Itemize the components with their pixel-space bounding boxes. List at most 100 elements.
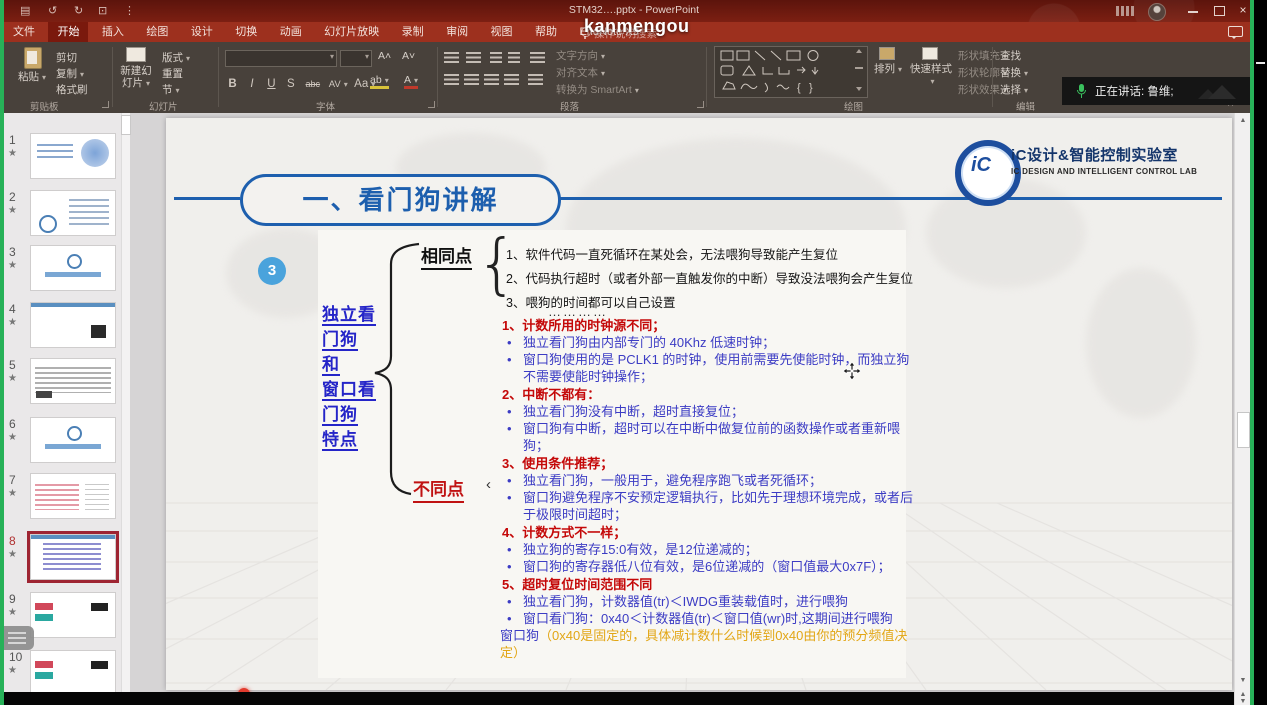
diff-header: 4、计数方式不一样； [502,525,626,540]
thumbnail-panel-scrollbar[interactable] [121,113,130,692]
slide-thumbnail[interactable] [30,473,116,519]
layout-button[interactable]: 版式 [162,50,190,65]
arrange-button[interactable]: 排列 [870,47,906,76]
decrease-indent-button[interactable] [490,52,502,63]
restore-button[interactable] [1214,6,1225,16]
font-name-box[interactable] [225,50,337,67]
align-text-button[interactable]: 对齐文本 [556,65,605,80]
tab-transitions[interactable]: 切换 [226,22,266,42]
redo-icon[interactable]: ↻ [74,4,83,17]
save-icon[interactable]: ▤ [20,4,30,17]
slide-thumbnail[interactable] [30,534,116,580]
diff-bullet: 独立看门狗由内部专门的 40Khz 低速时钟； [523,335,775,350]
shrink-font-icon[interactable]: A˅ [402,50,415,62]
diff-bullet: 独立看门狗没有中断，超时直接复位； [523,404,744,419]
tab-insert[interactable]: 插入 [93,22,133,42]
font-color-button[interactable]: A [404,74,418,89]
font-size-box[interactable] [340,50,372,67]
comments-icon[interactable] [1228,26,1243,37]
justify-button[interactable] [504,74,519,85]
text-direction-button[interactable]: 文字方向 [556,48,605,63]
quick-styles-button[interactable]: 快速样式 [908,47,954,88]
strikethrough-button[interactable]: abc [303,79,323,89]
tab-view[interactable]: 视图 [482,22,522,42]
logo-monogram: iC [971,154,991,177]
tab-file[interactable]: 文件 [4,22,44,42]
bold-button[interactable]: B [225,78,240,90]
slide-thumbnail[interactable] [30,133,116,179]
tab-record[interactable]: 录制 [393,22,433,42]
svg-text:{: { [797,82,801,94]
find-button[interactable]: 查找 [1000,48,1021,63]
tab-review[interactable]: 审阅 [437,22,477,42]
slide-thumbnail[interactable] [30,245,116,291]
slide-canvas[interactable]: iC iC设计&智能控制实验室 IC DESIGN AND INTELLIGEN… [166,118,1232,690]
align-left-button[interactable] [444,74,459,85]
convert-smartart-button[interactable]: 转换为 SmartArt [556,82,639,97]
align-right-button[interactable] [484,74,499,85]
slide-thumbnail[interactable] [30,417,116,463]
undo-icon[interactable]: ↺ [48,4,57,17]
replace-button[interactable]: 替换 [1000,65,1028,80]
tab-design[interactable]: 设计 [182,22,222,42]
drawing-group-label: 绘图 [844,99,863,113]
shadow-button[interactable]: S [283,78,298,90]
numbering-button[interactable] [466,52,481,63]
select-button[interactable]: 选择 [1000,82,1028,97]
highlight-color-button[interactable]: ab [370,74,389,89]
letterbox-right [1254,0,1267,705]
slide-thumbnail[interactable] [30,190,116,236]
columns-button[interactable] [528,74,543,85]
start-slideshow-icon[interactable]: ⊡ [98,4,107,17]
slides-group-label: 幻灯片 [149,99,178,113]
tab-slideshow[interactable]: 幻灯片放映 [315,22,388,42]
slide-title[interactable]: 一、看门狗讲解 [240,174,561,226]
diff-bullet: 独立看门狗，一般用于，避免程序跑飞或者死循环； [523,473,822,488]
diff-note-wrap: 定） [500,645,526,660]
tab-help[interactable]: 帮助 [526,22,566,42]
account-avatar[interactable] [1148,3,1166,21]
underline-button[interactable]: U [264,78,279,90]
italic-button[interactable]: I [244,78,259,90]
ribbon-display-options-icon[interactable] [1116,6,1134,16]
qat-more-icon[interactable]: ⋮ [124,4,135,17]
paste-button[interactable]: 粘贴 [12,47,52,84]
tab-home[interactable]: 开始 [48,22,88,42]
diff-header: 2、中断不都有： [502,387,600,402]
character-spacing-button[interactable]: AV [327,79,349,90]
screen-annotation-handle[interactable] [0,626,34,650]
slide-thumbnail[interactable] [30,592,116,638]
shape-gallery[interactable]: { } [714,46,868,98]
previous-slide-icon[interactable]: ▲ [1235,691,1251,698]
bullets-button[interactable] [444,52,459,63]
slide-thumbnail[interactable] [30,650,116,696]
line-spacing-button[interactable] [530,52,545,63]
scroll-up-icon[interactable]: ▲ [1235,117,1251,124]
slide-thumbnail[interactable] [30,302,116,348]
clipboard-dialog-launcher[interactable] [102,101,109,108]
new-slide-button[interactable]: 新建幻灯片 [116,47,156,90]
svg-text:}: } [809,82,813,94]
format-painter-button[interactable]: 格式刷 [56,82,88,97]
cut-button[interactable]: 剪切 [56,50,77,65]
reset-button[interactable]: 重置 [162,66,183,81]
next-slide-icon[interactable]: ▼ [1235,698,1251,705]
increase-indent-button[interactable] [508,52,520,63]
diff-header: 1、计数所用的时钟源不同； [502,318,665,333]
scroll-down-icon[interactable]: ▼ [1235,677,1251,684]
font-dialog-launcher[interactable] [428,101,435,108]
thumbnail-panel-scrollbar-thumb[interactable] [121,115,131,135]
section-button[interactable]: 节 [162,82,180,97]
tab-animations[interactable]: 动画 [271,22,311,42]
scrollbar-thumb[interactable] [1237,412,1250,448]
slide-scrollbar[interactable]: ▲ ▼ ▲ ▼ [1234,113,1251,705]
align-center-button[interactable] [464,74,479,85]
paragraph-dialog-launcher[interactable] [697,101,704,108]
minimize-button[interactable] [1188,11,1198,13]
tab-draw[interactable]: 绘图 [137,22,177,42]
lab-name-en: IC DESIGN AND INTELLIGENT CONTROL LAB [1011,167,1197,176]
copy-button[interactable]: 复制 [56,66,84,81]
title-rule-left [174,197,240,200]
slide-thumbnail[interactable] [30,358,116,404]
grow-font-icon[interactable]: A˄ [378,50,391,62]
